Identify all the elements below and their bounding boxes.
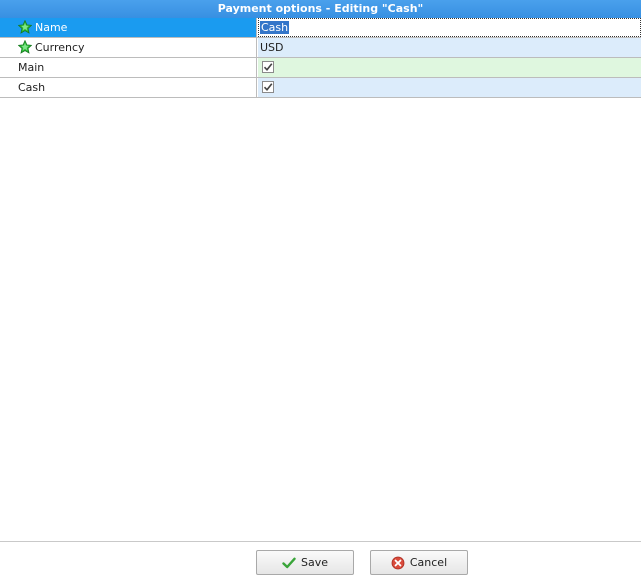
currency-value: USD: [260, 41, 284, 54]
property-grid: Name Cash Currency USD Main Cash: [0, 18, 641, 98]
main-value-cell: [258, 58, 641, 77]
field-label-main: Main: [18, 61, 45, 74]
field-label-cell: Main: [0, 58, 257, 77]
field-row-name[interactable]: Name Cash: [0, 18, 641, 38]
name-input-value: Cash: [260, 21, 290, 34]
cancel-button[interactable]: Cancel: [370, 550, 468, 575]
field-label-currency: Currency: [35, 41, 85, 54]
payment-options-window: Payment options - Editing "Cash" Name Ca…: [0, 0, 641, 583]
field-row-currency[interactable]: Currency USD: [0, 38, 641, 58]
field-row-cash[interactable]: Cash: [0, 78, 641, 98]
star-icon: [18, 40, 32, 54]
dialog-footer: Save Cancel: [0, 541, 641, 583]
field-label-cell: Cash: [0, 78, 257, 97]
field-label-name: Name: [35, 21, 68, 34]
cash-value-cell: [258, 78, 641, 97]
main-checkbox[interactable]: [262, 61, 274, 73]
field-label-cash: Cash: [18, 81, 46, 94]
field-label-cell: Name: [0, 18, 257, 37]
checkmark-icon: [282, 557, 296, 568]
save-button[interactable]: Save: [256, 550, 354, 575]
checkmark-icon: [263, 83, 273, 92]
name-input[interactable]: Cash: [258, 18, 641, 37]
star-icon: [18, 20, 32, 34]
window-title: Payment options - Editing "Cash": [0, 0, 641, 18]
currency-field[interactable]: USD: [258, 38, 641, 57]
cancel-button-label: Cancel: [409, 556, 448, 569]
checkmark-icon: [263, 63, 273, 72]
cash-checkbox[interactable]: [262, 81, 274, 93]
field-label-cell: Currency: [0, 38, 257, 57]
field-row-main[interactable]: Main: [0, 58, 641, 78]
cancel-icon: [391, 556, 405, 569]
save-button-label: Save: [300, 556, 328, 569]
